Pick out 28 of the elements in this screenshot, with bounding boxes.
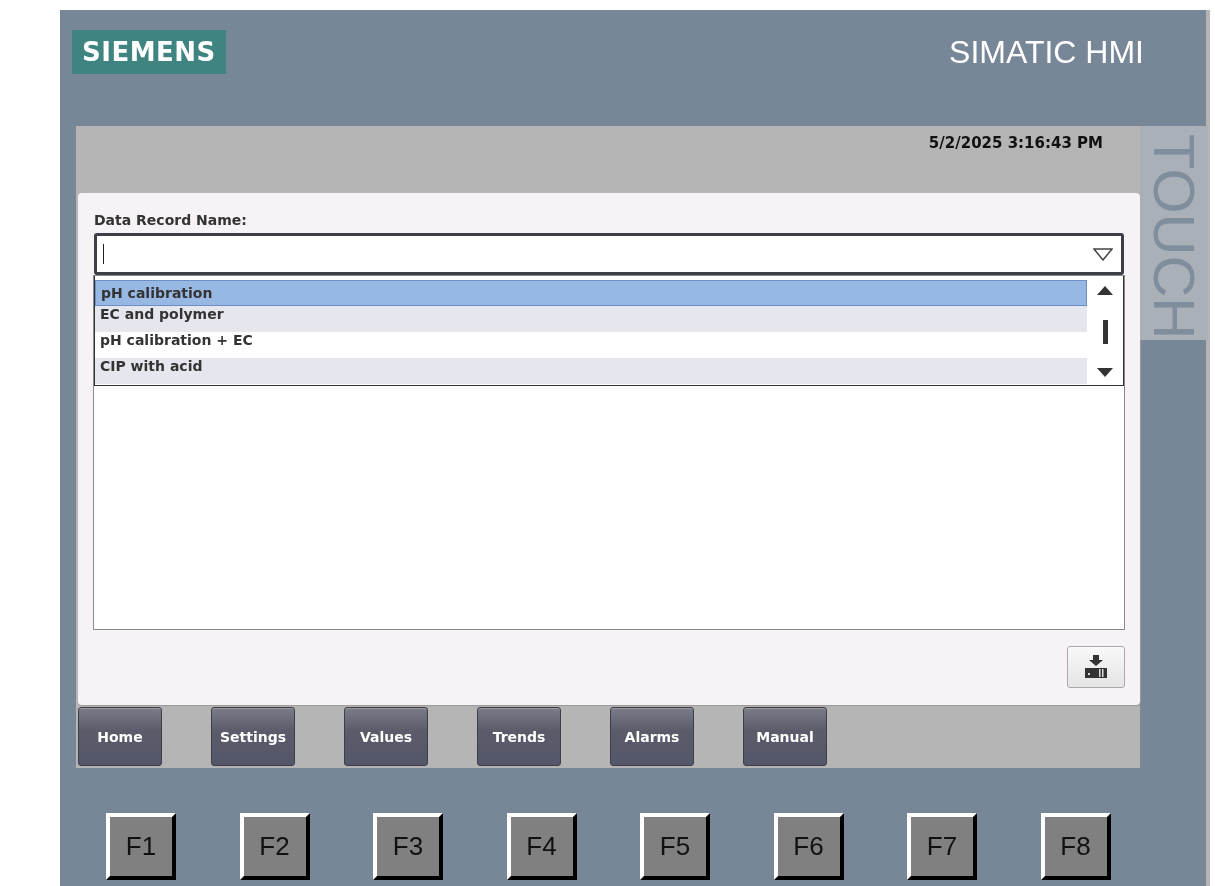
function-key[interactable]: F5 [640, 813, 710, 880]
nav-button[interactable]: Alarms [610, 707, 694, 766]
nav-button[interactable]: Trends [477, 707, 561, 766]
function-key[interactable]: F1 [106, 813, 176, 880]
nav-button[interactable]: Settings [211, 707, 295, 766]
scroll-up-icon[interactable] [1097, 286, 1113, 295]
nav-button[interactable]: Values [344, 707, 428, 766]
download-to-device-icon [1084, 655, 1108, 679]
download-button[interactable] [1067, 646, 1125, 688]
function-key[interactable]: F7 [907, 813, 977, 880]
nav-button[interactable]: Home [78, 707, 162, 766]
date-time: 5/2/2025 3:16:43 PM [928, 134, 1103, 154]
function-key[interactable]: F3 [373, 813, 443, 880]
brand-logo: SIEMENS [72, 30, 226, 74]
function-key[interactable]: F2 [239, 813, 310, 880]
dropdown-item[interactable]: pH calibration [95, 280, 1087, 306]
dropdown-item[interactable]: EC and polymer [95, 306, 1087, 332]
function-key[interactable]: F4 [506, 813, 577, 880]
product-name: SIMATIC HMI [949, 34, 1144, 71]
record-name-field[interactable] [94, 233, 1124, 275]
dropdown-item[interactable]: CIP with acid [95, 358, 1087, 384]
function-key[interactable]: F6 [773, 813, 844, 880]
function-key[interactable]: F8 [1040, 813, 1111, 880]
nav-button[interactable]: Manual [743, 707, 827, 766]
field-label: Data Record Name: [94, 211, 248, 230]
scroll-down-icon[interactable] [1097, 368, 1113, 377]
dropdown-arrow-icon[interactable] [1093, 247, 1113, 261]
scroll-thumb[interactable] [1102, 319, 1108, 344]
